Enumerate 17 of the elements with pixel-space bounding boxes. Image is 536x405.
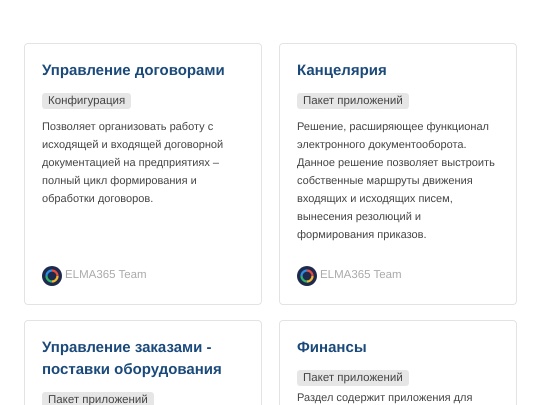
category-tag: Пакет приложений — [297, 370, 409, 386]
card-background[interactable]: Управление договорами Конфигурация Позволяет организовать работу с исходящей и входящей договорной документацией на предприятиях – полный цикл формирования и обработки договоров. ELMA365 Team — [24, 43, 262, 305]
card-description: Раздел содержит приложения для — [297, 391, 474, 405]
card-title[interactable]: Управление договорами — [42, 60, 244, 82]
card-description: Позволяет организовать работу с исходящей и входящей договорной документацией на предприятиях – полный цикл формирования и обработки договоров. — [42, 120, 224, 207]
card-description: Решение, расширяющее функционал электронного документооборота. Данное решение позволяет выстроить собственные маршруты движения входящих и исходящих писем, вынесения резолюций и формирования приказов. — [297, 120, 496, 243]
logo-icon — [42, 266, 62, 286]
author-name: ELMA365 Team — [65, 268, 147, 284]
logo-icon — [297, 266, 317, 286]
category-tag: Конфигурация — [42, 93, 132, 109]
card-background[interactable]: Финансы Пакет приложений Раздел содержит приложения для — [279, 320, 517, 405]
card-title[interactable]: Управление заказами - поставки оборудования — [42, 337, 244, 381]
card-background[interactable] — [279, 43, 517, 305]
card-title[interactable]: Канцелярия — [297, 60, 499, 82]
card-title[interactable]: Финансы — [297, 337, 499, 359]
category-tag: Пакет приложений — [297, 93, 409, 109]
author-name: ELMA365 Team — [320, 268, 402, 284]
